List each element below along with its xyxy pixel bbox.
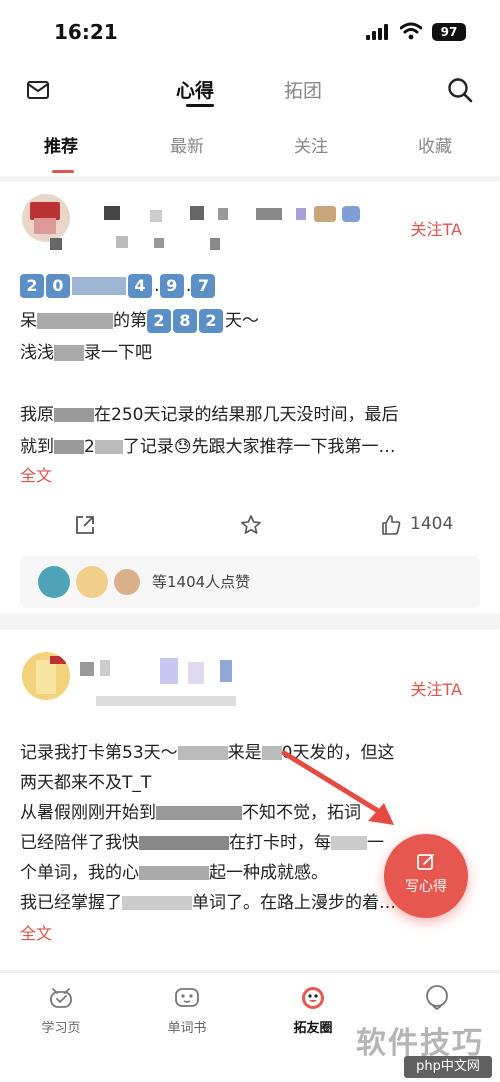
thumbs-up-icon[interactable] [380, 514, 402, 536]
subtab-latest[interactable]: 最新 [170, 132, 204, 157]
mail-icon[interactable] [26, 78, 50, 102]
nav-item-profile[interactable] [392, 983, 482, 1017]
blurred-username [160, 658, 178, 684]
blurred-meta [96, 696, 236, 706]
avatar [76, 566, 108, 598]
badge-icon [314, 206, 336, 222]
digit-box: 7 [191, 274, 216, 298]
edit-icon [417, 854, 434, 870]
nav-item-study[interactable]: 学习页 [16, 983, 106, 1036]
blurred-username [100, 660, 110, 676]
blurred-text [177, 746, 228, 760]
subtab-following[interactable]: 关注 [294, 132, 328, 157]
badge [220, 660, 232, 682]
write-post-button[interactable]: 写心得 [384, 834, 468, 918]
digit-box: 4 [128, 274, 152, 298]
sub-tabs: 推荐 最新 关注 收藏 [0, 118, 500, 176]
blurred-text [72, 277, 126, 295]
write-post-label: 写心得 [405, 879, 447, 895]
digit-box: 2 [20, 274, 44, 298]
expand-full-text-link[interactable]: 全文 [20, 462, 52, 486]
blurred-text [139, 836, 229, 850]
blurred-username [256, 208, 282, 220]
wifi-icon [400, 22, 422, 40]
post-text-line: 就到 2 了记录😓先跟大家推荐一下我第一… [20, 437, 396, 457]
subtab-active-indicator [52, 170, 74, 173]
nav-item-community[interactable]: 拓友圈 [268, 983, 358, 1036]
sweat-emoji: 😓 [173, 437, 192, 457]
search-icon[interactable] [446, 76, 474, 104]
blurred-text [54, 345, 84, 361]
blurred-text [54, 440, 84, 454]
date-line: 204.9.7 [20, 274, 217, 298]
subtab-recommend[interactable]: 推荐 [44, 132, 78, 157]
digit-box: 2 [147, 309, 171, 333]
badge [296, 208, 306, 220]
digit-box: 9 [159, 274, 184, 298]
blurred-username [218, 208, 228, 220]
status-time: 16:21 [54, 20, 118, 44]
star-icon[interactable] [240, 514, 262, 536]
wordbook-icon [175, 988, 199, 1007]
blurred-username [80, 662, 94, 676]
post-text-line: 我已经掌握了 单词了。在路上漫步的着… [20, 893, 396, 913]
subtab-favorites[interactable]: 收藏 [418, 132, 452, 157]
digit-box: 8 [173, 309, 197, 333]
post-text-line: 我原 在250天记录的结果那几天没时间，最后 [20, 405, 399, 425]
digit-box: 2 [199, 309, 223, 333]
post-card[interactable]: 关注TA 204.9.7 呆的第 2 8 2 天～ 浅浅 录一下吧 我原 在250天记录的结… [0, 182, 500, 614]
liked-count-text: 等1404人点赞 [152, 573, 251, 591]
tab-xinde[interactable]: 心得 [176, 76, 214, 103]
blurred-username [190, 206, 204, 220]
post-text-line: 两天都来不及T_T [20, 773, 152, 793]
blurred-text [54, 408, 94, 422]
post-text-line: 个单词，我的心 起一种成就感。 [20, 863, 328, 883]
blurred-username [104, 206, 120, 220]
battery-indicator: 97 [432, 23, 466, 41]
signal-icon [366, 24, 392, 40]
blurred-text [37, 313, 113, 329]
blurred-meta [116, 236, 128, 248]
site-watermark: php中文网 [404, 1056, 492, 1078]
tab-tuotuan[interactable]: 拓团 [284, 76, 322, 103]
study-icon [50, 988, 72, 1008]
liked-by-summary[interactable]: 等1404人点赞 [20, 556, 480, 608]
post-card[interactable]: 关注TA 记录我打卡第53天～ 来是 0天发的，但这 两天都来不及T_T 从暑假刚刚… [0, 630, 500, 970]
share-icon[interactable] [74, 514, 96, 536]
top-header: 心得 拓团 [0, 62, 500, 118]
community-icon [302, 987, 324, 1009]
tab-active-indicator [186, 104, 214, 107]
group-icon [342, 206, 360, 222]
post-text-line: 浅浅 录一下吧 [20, 343, 152, 363]
blurred-text [331, 836, 367, 850]
follow-button[interactable]: 关注TA [411, 676, 462, 700]
expand-full-text-link[interactable]: 全文 [20, 920, 52, 944]
follow-button[interactable]: 关注TA [411, 216, 462, 240]
avatar [114, 569, 140, 595]
nav-item-wordbook[interactable]: 单词书 [142, 983, 232, 1036]
avatar [38, 566, 70, 598]
avatar[interactable] [22, 194, 70, 242]
annotation-arrow [281, 750, 394, 825]
like-count: 1404 [410, 514, 454, 534]
blurred-text [94, 440, 123, 454]
action-row: 1404 [0, 506, 500, 546]
blurred-meta [154, 238, 164, 248]
blurred-text [122, 896, 192, 910]
blurred-text [139, 866, 209, 880]
post-text-line: 呆的第 2 8 2 天～ [20, 309, 259, 333]
digit-box: 0 [46, 274, 70, 298]
blurred-username [150, 210, 162, 222]
blurred-meta [210, 238, 220, 250]
profile-icon [426, 985, 448, 1011]
blurred-meta [50, 238, 62, 250]
blurred-text [156, 806, 242, 820]
blurred-username [188, 662, 204, 684]
avatar[interactable] [22, 652, 70, 700]
status-bar: 16:21 97 [0, 0, 500, 62]
